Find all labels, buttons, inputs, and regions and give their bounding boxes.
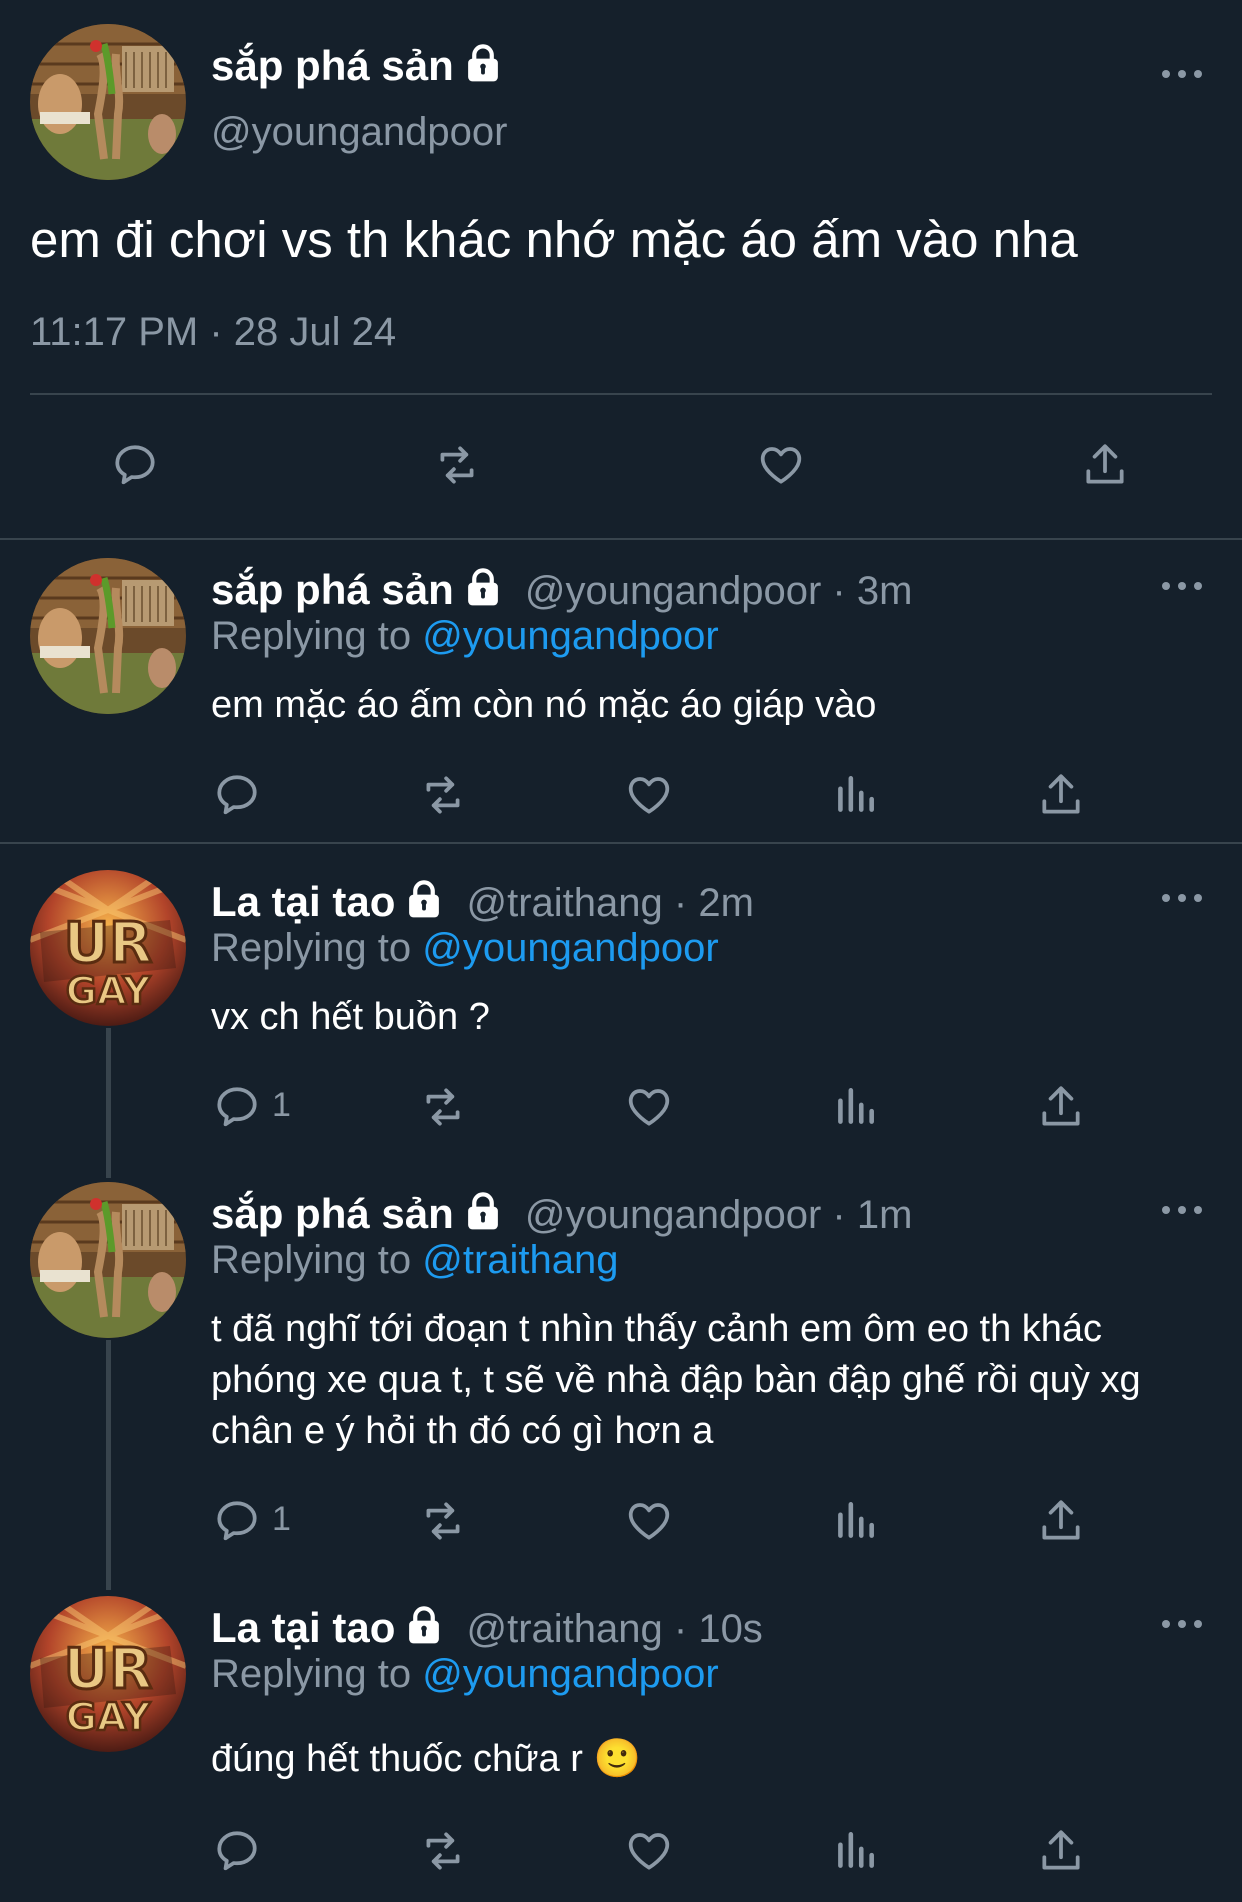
like-icon[interactable] [624,770,674,820]
share-icon[interactable] [1036,770,1086,820]
share-icon[interactable] [1036,1496,1086,1546]
analytics-icon[interactable] [830,1082,880,1132]
avatar-traithang[interactable] [30,870,186,1026]
reply-text: em mặc áo ấm còn nó mặc áo giáp vào [211,684,877,726]
tweet-timestamp[interactable]: 11:17 PM · 28 Jul 24 [30,310,396,355]
reply-author-name[interactable]: sắp phá sản [211,1190,454,1237]
share-icon[interactable] [1036,1826,1086,1876]
replying-label: Replying to [211,926,412,970]
more-icon[interactable] [1162,892,1202,904]
reply-header: sắp phá sản @youngandpoor · 3m [211,566,912,614]
divider [30,393,1212,395]
author-handle[interactable]: @youngandpoor [211,110,507,155]
lock-icon [403,878,445,920]
reply-icon[interactable] [212,1082,262,1132]
ur-gay-avatar-image [30,870,186,1026]
reply-text: t đã nghĩ tới đoạn t nhìn thấy cảnh em ô… [211,1308,1141,1452]
thread-line [106,1340,111,1590]
more-icon[interactable] [1162,1204,1202,1216]
reply-header: sắp phá sản @youngandpoor · 1m [211,1190,912,1238]
reply-text: đúng hết thuốc chữa r 🙂 [211,1738,641,1780]
shrek-avatar-image [30,1182,186,1338]
replying-to-line: Replying to @traithang [211,1238,619,1283]
avatar-youngandpoor[interactable] [30,558,186,714]
share-icon[interactable] [1036,1082,1086,1132]
reply-count: 1 [272,1500,291,1538]
like-icon[interactable] [624,1826,674,1876]
reply-handle-time[interactable]: @traithang · 2m [467,881,754,925]
reply-handle-time[interactable]: @traithang · 10s [467,1607,763,1651]
reply-header: La tại tao @traithang · 10s [211,1604,763,1652]
reply-author-name[interactable]: La tại tao [211,878,395,925]
replying-to-link[interactable]: @youngandpoor [422,1652,718,1696]
reply-author-name[interactable]: sắp phá sản [211,566,454,613]
reply-icon[interactable] [212,1826,262,1876]
share-icon[interactable] [1080,440,1130,490]
ur-gay-avatar-image [30,1596,186,1752]
tweet-text: em đi chơi vs th khác nhớ mặc áo ấm vào … [30,211,1078,268]
reply-icon[interactable] [212,1496,262,1546]
avatar-youngandpoor[interactable] [30,24,186,180]
retweet-icon[interactable] [418,1496,468,1546]
analytics-icon[interactable] [830,1826,880,1876]
replying-to-line: Replying to @youngandpoor [211,926,719,971]
lock-icon [462,1190,504,1232]
author-name[interactable]: sắp phá sản [211,42,504,90]
avatar-traithang[interactable] [30,1596,186,1752]
like-icon[interactable] [624,1496,674,1546]
replying-to-line: Replying to @youngandpoor [211,1652,719,1697]
more-icon[interactable] [1162,580,1202,592]
like-icon[interactable] [624,1082,674,1132]
lock-icon [462,566,504,608]
reply-header: La tại tao @traithang · 2m [211,878,754,926]
lock-icon [403,1604,445,1646]
divider [0,538,1242,540]
retweet-icon[interactable] [418,1082,468,1132]
replying-to-link[interactable]: @youngandpoor [422,926,718,970]
replying-label: Replying to [211,1238,412,1282]
thread-line [106,1028,111,1178]
reply-author-name[interactable]: La tại tao [211,1604,395,1651]
replying-label: Replying to [211,614,412,658]
avatar-youngandpoor[interactable] [30,1182,186,1338]
reply-text: vx ch hết buồn ? [211,996,490,1038]
retweet-icon[interactable] [418,1826,468,1876]
author-name-text: sắp phá sản [211,42,454,89]
replying-to-line: Replying to @youngandpoor [211,614,719,659]
reply-handle-time[interactable]: @youngandpoor · 3m [525,569,913,613]
replying-to-link[interactable]: @youngandpoor [422,614,718,658]
retweet-icon[interactable] [418,770,468,820]
replying-label: Replying to [211,1652,412,1696]
reply-icon[interactable] [212,770,262,820]
reply-icon[interactable] [110,440,160,490]
divider [0,842,1242,844]
replying-to-link[interactable]: @traithang [422,1238,618,1282]
analytics-icon[interactable] [830,1496,880,1546]
like-icon[interactable] [756,440,806,490]
shrek-avatar-image [30,24,186,180]
more-icon[interactable] [1162,68,1202,80]
more-icon[interactable] [1162,1618,1202,1630]
reply-count: 1 [272,1086,291,1124]
lock-icon [462,42,504,84]
analytics-icon[interactable] [830,770,880,820]
retweet-icon[interactable] [432,440,482,490]
shrek-avatar-image [30,558,186,714]
reply-handle-time[interactable]: @youngandpoor · 1m [525,1193,913,1237]
